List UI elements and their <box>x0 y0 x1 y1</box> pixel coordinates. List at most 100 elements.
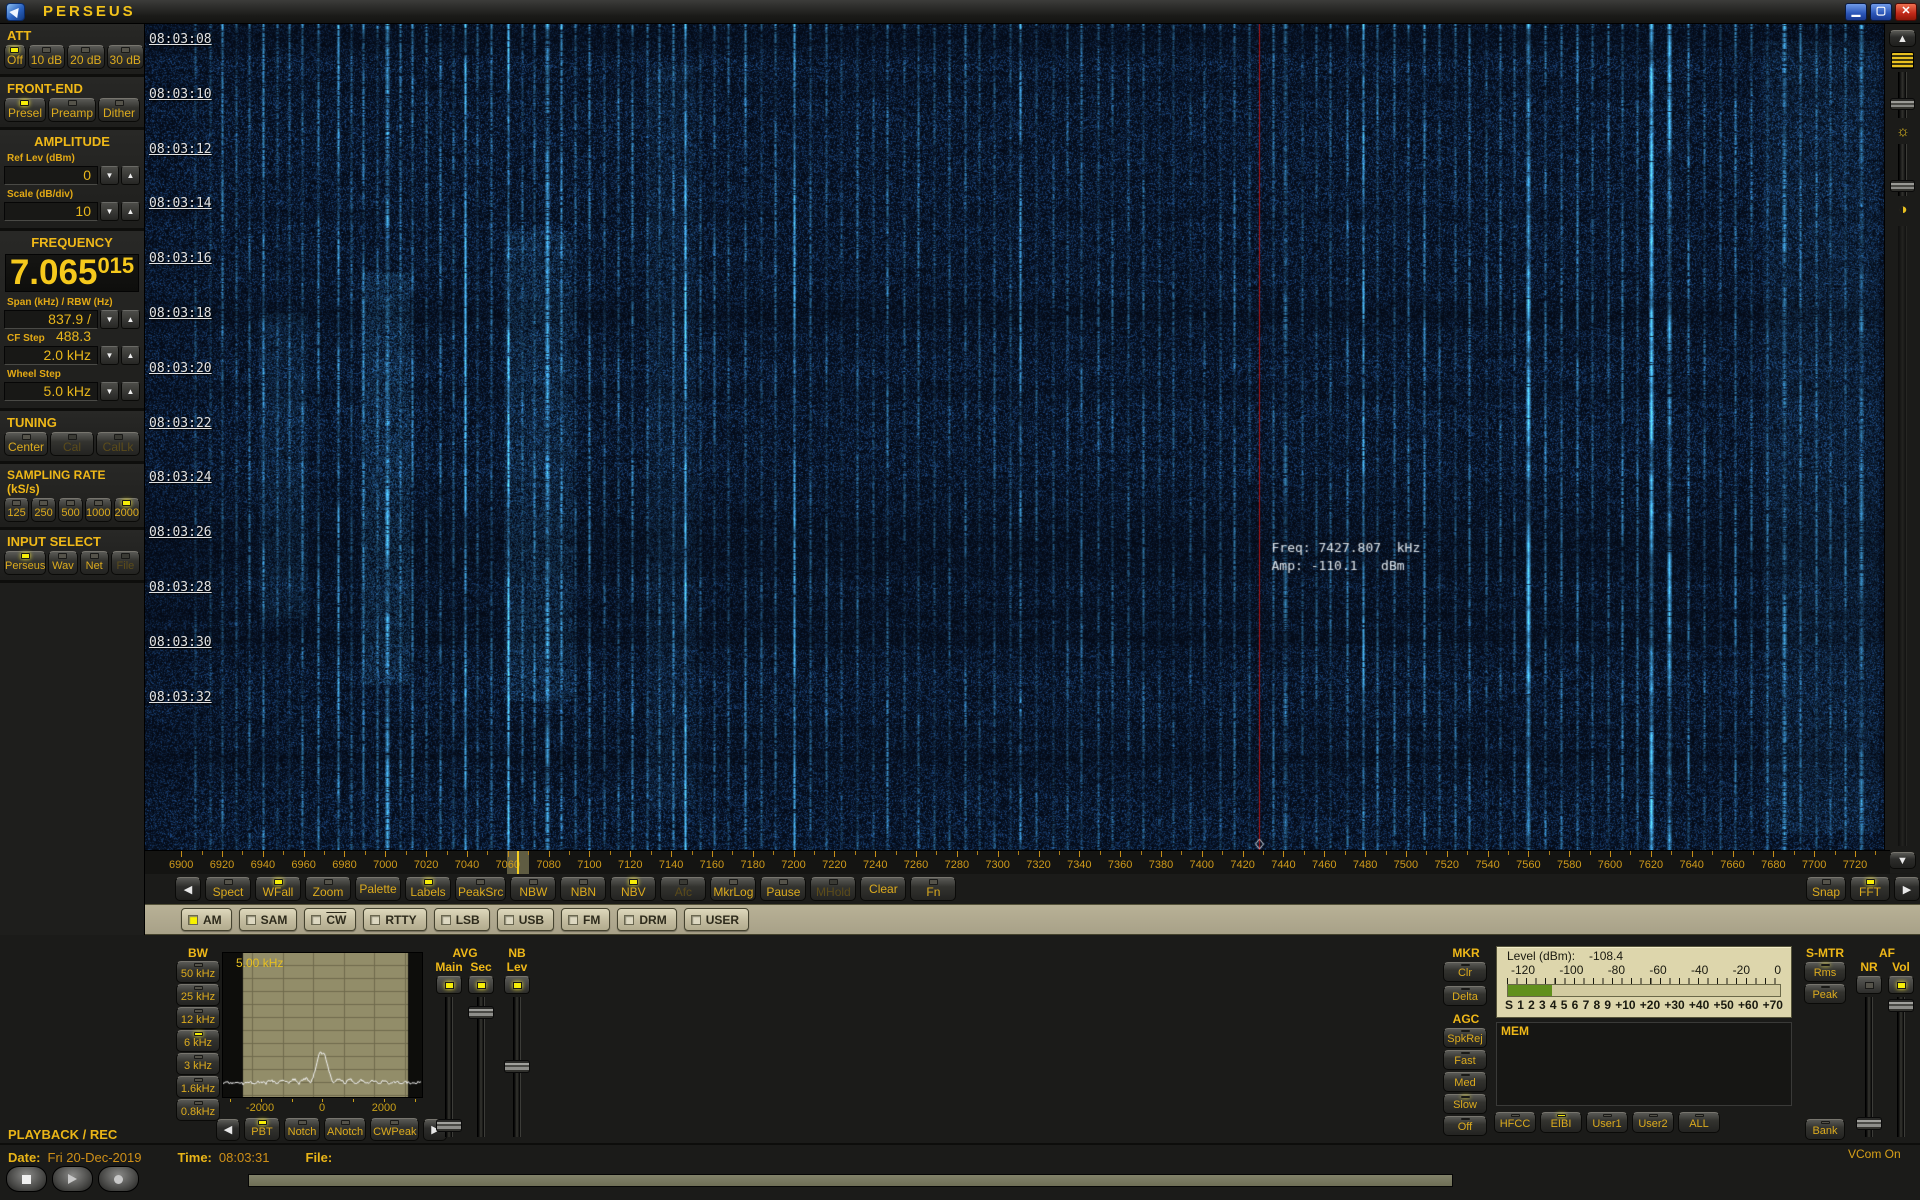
toolbar-button-mhold[interactable]: MHold <box>810 877 856 901</box>
af-nr-slider-track[interactable] <box>1865 997 1873 1137</box>
toolbar-button-palette[interactable]: Palette <box>355 877 401 901</box>
filter-plot-canvas[interactable] <box>223 953 422 1097</box>
bw-button-12-khz[interactable]: 12 kHz <box>176 1007 220 1029</box>
avg-main-slider-track[interactable] <box>445 997 453 1137</box>
srate-button-500[interactable]: 500 <box>58 498 83 522</box>
mkr-button-delta[interactable]: Delta <box>1443 986 1487 1006</box>
cf-step-down-button[interactable]: ▼ <box>100 346 119 365</box>
ref-lev-down-button[interactable]: ▼ <box>100 166 119 185</box>
agc-button-slow[interactable]: Slow <box>1443 1094 1487 1114</box>
mode-button-sam[interactable]: SAM <box>239 908 298 931</box>
stop-button[interactable] <box>6 1166 47 1192</box>
brightness-slider-handle[interactable] <box>1890 180 1915 192</box>
af-vol-slider-handle[interactable] <box>1888 999 1914 1012</box>
att-button-10-db[interactable]: 10 dB <box>28 45 65 69</box>
mode-button-lsb[interactable]: LSB <box>434 908 490 931</box>
af-vol-enable-button[interactable] <box>1888 976 1914 994</box>
bw-button-6-khz[interactable]: 6 kHz <box>176 1030 220 1052</box>
af-vol-slider-track[interactable] <box>1897 997 1905 1137</box>
agc-button-off[interactable]: Off <box>1443 1116 1487 1136</box>
maximize-button[interactable]: ▢ <box>1870 3 1892 21</box>
bw-button-25-khz[interactable]: 25 kHz <box>176 984 220 1006</box>
ref-lev-up-button[interactable]: ▲ <box>121 166 140 185</box>
smtr-button-peak[interactable]: Peak <box>1804 984 1846 1004</box>
record-button[interactable] <box>98 1166 139 1192</box>
scale-down-button[interactable]: ▼ <box>100 202 119 221</box>
mem-button-eibi[interactable]: EIBI <box>1540 1112 1582 1133</box>
mode-button-am[interactable]: AM <box>181 908 232 931</box>
toolbar-button-mkrlog[interactable]: MkrLog <box>710 877 756 901</box>
mode-button-usb[interactable]: USB <box>497 908 554 931</box>
pan-right-button[interactable]: ▶ <box>1894 877 1920 901</box>
att-button-30-db[interactable]: 30 dB <box>107 45 144 69</box>
avg-sec-enable-button[interactable] <box>468 976 494 994</box>
toolbar-button-afc[interactable]: Afc <box>660 877 706 901</box>
agc-button-med[interactable]: Med <box>1443 1072 1487 1092</box>
avg-main-enable-button[interactable] <box>436 976 462 994</box>
bw-button-3-khz[interactable]: 3 kHz <box>176 1053 220 1075</box>
mode-button-drm[interactable]: DRM <box>617 908 676 931</box>
toolbar-button-clear[interactable]: Clear <box>860 877 906 901</box>
cf-step-value[interactable]: 2.0 kHz <box>4 346 98 365</box>
toolbar-button-spect[interactable]: Spect <box>205 877 251 901</box>
mem-button-all[interactable]: ALL <box>1678 1112 1720 1133</box>
bw-button-0-8khz[interactable]: 0.8kHz <box>176 1099 220 1121</box>
srate-button-1000[interactable]: 1000 <box>85 498 111 522</box>
bw-button-50-khz[interactable]: 50 kHz <box>176 961 220 983</box>
att-button-off[interactable]: Off <box>4 45 26 69</box>
toolbar-button-fn[interactable]: Fn <box>910 877 956 901</box>
frequency-axis[interactable]: 6900692069406960698070007020704070607080… <box>145 850 1890 874</box>
att-button-20-db[interactable]: 20 dB <box>67 45 104 69</box>
close-button[interactable]: ✕ <box>1895 3 1917 21</box>
toolbar-button-snap[interactable]: Snap <box>1806 877 1846 901</box>
avg-sec-slider-handle[interactable] <box>468 1006 494 1019</box>
pan-left-button[interactable]: ◀ <box>175 877 201 901</box>
filter-prev-button[interactable]: ◀ <box>216 1119 240 1141</box>
smtr-button-rms[interactable]: Rms <box>1804 962 1846 982</box>
frequency-display[interactable]: 7.065015 <box>5 254 139 292</box>
frontend-button-preamp[interactable]: Preamp <box>48 98 96 122</box>
nb-lev-slider-handle[interactable] <box>504 1060 530 1073</box>
mode-button-cw[interactable]: CW <box>304 908 356 931</box>
toolbar-button-wfall[interactable]: WFall <box>255 877 301 901</box>
mkr-button-clr[interactable]: Clr <box>1443 962 1487 982</box>
ref-lev-value[interactable]: 0 <box>4 166 98 185</box>
filter-button-anotch[interactable]: ANotch <box>324 1118 366 1141</box>
mode-button-user[interactable]: USER <box>684 908 749 931</box>
input-button-wav[interactable]: Wav <box>48 551 77 575</box>
toolbar-button-pause[interactable]: Pause <box>760 877 806 901</box>
bank-button[interactable]: Bank <box>1805 1119 1845 1140</box>
mode-button-rtty[interactable]: RTTY <box>363 908 426 931</box>
mem-button-user1[interactable]: User1 <box>1586 1112 1628 1133</box>
srate-button-250[interactable]: 250 <box>31 498 56 522</box>
toolbar-button-nbn[interactable]: NBN <box>560 877 606 901</box>
scale-value[interactable]: 10 <box>4 202 98 221</box>
wheel-step-value[interactable]: 5.0 kHz <box>4 382 98 401</box>
span-value[interactable]: 837.9 / 488.3 <box>4 310 98 329</box>
mem-button-user2[interactable]: User2 <box>1632 1112 1674 1133</box>
speed-slider-track[interactable] <box>1898 72 1907 118</box>
toolbar-button-labels[interactable]: Labels <box>405 877 451 901</box>
tuning-button-center[interactable]: Center <box>4 432 48 456</box>
toolbar-button-nbw[interactable]: NBW <box>510 877 556 901</box>
waterfall-speed-handle[interactable] <box>1891 52 1914 69</box>
filter-button-pbt[interactable]: PBT <box>244 1118 280 1141</box>
filter-button-cwpeak[interactable]: CWPeak <box>370 1118 419 1141</box>
playback-seekbar[interactable] <box>248 1174 1453 1187</box>
toolbar-button-peaksrc[interactable]: PeakSrc <box>455 877 506 901</box>
waterfall-canvas[interactable] <box>145 24 1884 850</box>
srate-button-2000[interactable]: 2000 <box>114 498 140 522</box>
srate-button-125[interactable]: 125 <box>4 498 29 522</box>
bw-button-1-6khz[interactable]: 1.6kHz <box>176 1076 220 1098</box>
speed-slider-handle[interactable] <box>1890 98 1915 110</box>
af-nr-slider-handle[interactable] <box>1856 1117 1882 1130</box>
cf-step-up-button[interactable]: ▲ <box>121 346 140 365</box>
avg-main-slider-handle[interactable] <box>436 1119 462 1132</box>
input-button-perseus[interactable]: Perseus <box>4 551 46 575</box>
mem-button-hfcc[interactable]: HFCC <box>1494 1112 1536 1133</box>
tuning-button-callk[interactable]: CalLk <box>96 432 140 456</box>
af-nr-enable-button[interactable] <box>1856 976 1882 994</box>
scroll-down-button[interactable]: ▼ <box>1889 852 1916 869</box>
wheel-step-up-button[interactable]: ▲ <box>121 382 140 401</box>
frontend-button-dither[interactable]: Dither <box>98 98 140 122</box>
